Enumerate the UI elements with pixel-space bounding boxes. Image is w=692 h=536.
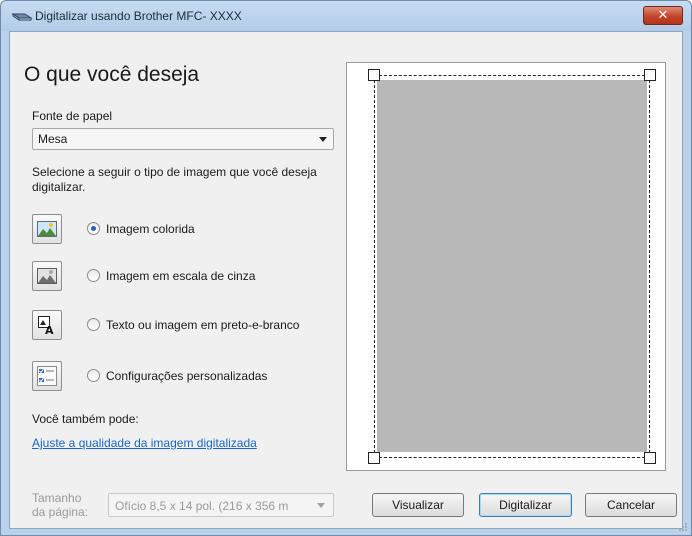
window-title: Digitalizar usando Brother MFC- XXXX xyxy=(35,9,242,23)
also-can-label: Você também pode: xyxy=(32,412,139,426)
paper-source-label: Fonte de papel xyxy=(32,109,113,123)
color-picture-button[interactable] xyxy=(32,214,62,244)
grayscale-picture-button[interactable] xyxy=(32,261,62,291)
color-picture-label[interactable]: Imagem colorida xyxy=(106,222,195,236)
image-type-option-grayscale: Imagem em escala de cinza xyxy=(32,261,352,291)
title-bar[interactable]: Digitalizar usando Brother MFC- XXXX ✕ xyxy=(1,1,691,31)
preview-button[interactable]: Visualizar xyxy=(372,493,464,517)
image-type-instruction: Selecione a seguir o tipo de imagem que … xyxy=(32,165,317,194)
custom-settings-button[interactable] xyxy=(32,361,62,391)
custom-settings-label[interactable]: Configurações personalizadas xyxy=(106,369,267,383)
resize-grip-icon[interactable] xyxy=(678,522,688,532)
page-title: O que você deseja xyxy=(24,63,200,86)
close-button[interactable]: ✕ xyxy=(643,6,683,25)
radio-grayscale-picture[interactable] xyxy=(87,269,100,282)
chevron-down-icon xyxy=(317,503,325,508)
page-size-value: Ofício 8,5 x 14 pol. (216 x 356 m xyxy=(115,499,289,513)
crop-handle-bottom-left[interactable] xyxy=(368,452,380,464)
adjust-quality-link[interactable]: Ajuste a qualidade da imagem digitalizad… xyxy=(32,436,257,450)
image-type-option-color: Imagem colorida xyxy=(32,214,352,244)
radio-custom-settings[interactable] xyxy=(87,369,100,382)
paper-source-dropdown[interactable]: Mesa xyxy=(32,128,334,150)
grayscale-picture-icon xyxy=(37,268,57,284)
crop-handle-top-left[interactable] xyxy=(368,69,380,81)
custom-settings-icon xyxy=(37,366,57,386)
black-white-text-button[interactable]: A xyxy=(32,310,62,340)
image-type-option-custom: Configurações personalizadas xyxy=(32,361,352,391)
radio-black-white-text[interactable] xyxy=(87,318,100,331)
chevron-down-icon xyxy=(319,137,327,142)
scan-button[interactable]: Digitalizar xyxy=(479,493,572,517)
page-size-dropdown[interactable]: Ofício 8,5 x 14 pol. (216 x 356 m xyxy=(108,493,334,517)
svg-text:A: A xyxy=(45,324,54,335)
grayscale-picture-label[interactable]: Imagem em escala de cinza xyxy=(106,269,255,283)
page-size-label: Tamanho da página: xyxy=(32,491,88,519)
color-picture-icon xyxy=(37,221,57,237)
paper-source-value: Mesa xyxy=(38,132,68,146)
black-white-text-icon: A xyxy=(38,316,54,335)
crop-handle-bottom-right[interactable] xyxy=(644,452,656,464)
cancel-button[interactable]: Cancelar xyxy=(585,493,677,517)
crop-handle-top-right[interactable] xyxy=(644,69,656,81)
page-size-label-line2: da página: xyxy=(32,505,89,519)
scanner-icon xyxy=(11,13,33,21)
black-white-text-label[interactable]: Texto ou imagem em preto-e-branco xyxy=(106,318,299,332)
radio-color-picture[interactable] xyxy=(87,222,100,235)
image-type-option-black-white: A Texto ou imagem em preto-e-branco xyxy=(32,310,352,340)
page-size-label-line1: Tamanho xyxy=(32,491,82,505)
scan-crop-rectangle[interactable] xyxy=(374,75,650,458)
close-icon: ✕ xyxy=(657,7,669,22)
